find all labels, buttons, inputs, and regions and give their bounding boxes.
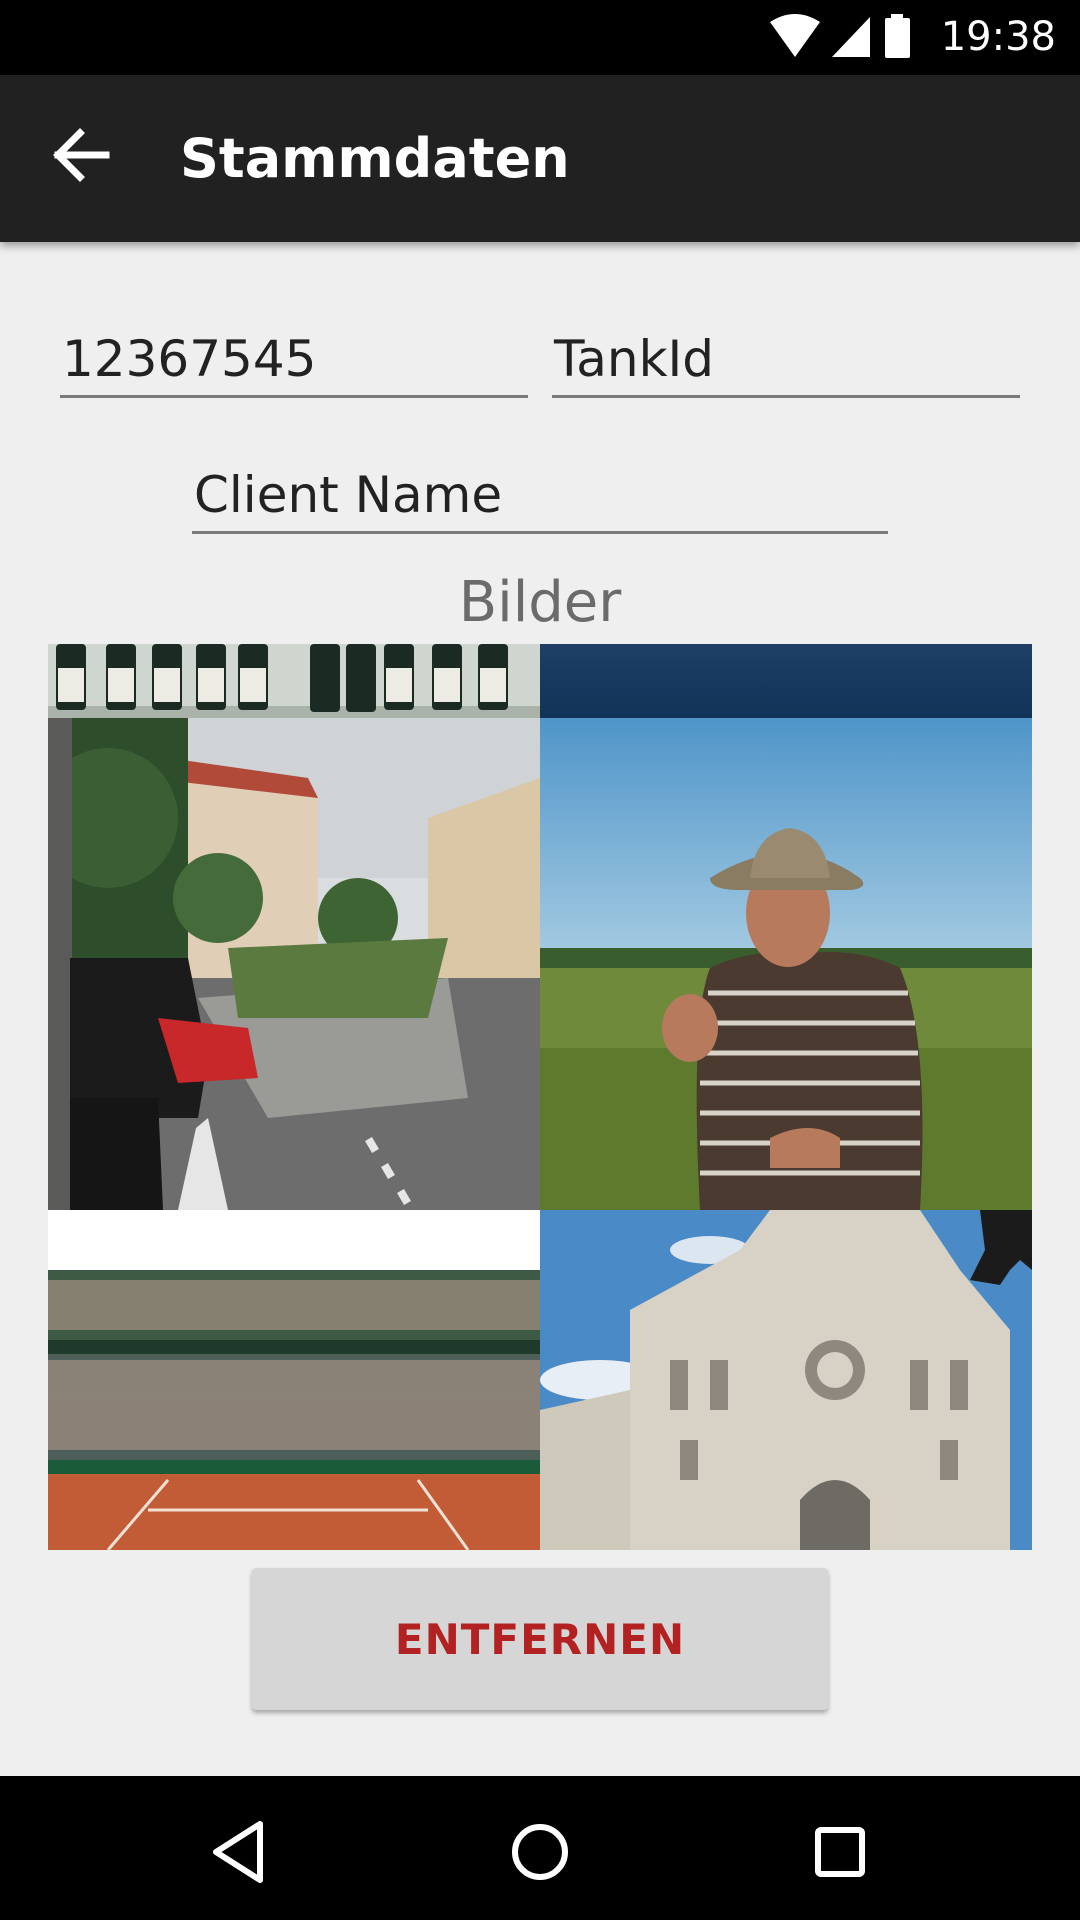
client-name-field[interactable]: Client Name [192, 462, 888, 534]
app-toolbar: Stammdaten [0, 75, 1080, 242]
blue-sky-image [540, 644, 1032, 718]
recents-square-icon[interactable] [800, 1812, 880, 1892]
photo-gallery[interactable] [48, 644, 1032, 1550]
status-time: 19:38 [940, 14, 1056, 60]
man-with-hat-image [540, 718, 1032, 1210]
arrow-back-icon [53, 128, 110, 182]
status-icons [770, 14, 910, 58]
photo-blue-sky[interactable] [540, 644, 1032, 718]
photo-man-with-hat[interactable] [540, 718, 1032, 1210]
battery-icon [885, 14, 910, 58]
back-triangle-icon[interactable] [200, 1812, 280, 1892]
gallery-label: Bilder [458, 570, 622, 635]
signal-icon [832, 17, 870, 57]
remove-button[interactable]: ENTFERNEN [252, 1568, 828, 1710]
photo-city-street[interactable] [48, 718, 540, 1210]
back-button[interactable] [48, 115, 118, 195]
photo-cathedral[interactable] [540, 1210, 1032, 1550]
wifi-icon [770, 14, 820, 57]
page-title: Stammdaten [180, 127, 570, 190]
photo-wine-bottles[interactable] [48, 644, 540, 718]
tank-id-field[interactable]: TankId [552, 326, 1020, 398]
tennis-stadium-image [48, 1210, 540, 1550]
cathedral-image [540, 1210, 1032, 1550]
city-street-image [48, 718, 540, 1210]
navigation-bar [0, 1776, 1080, 1920]
status-bar: 19:38 [0, 0, 1080, 75]
id-field[interactable]: 12367545 [60, 326, 528, 398]
photo-tennis-stadium[interactable] [48, 1210, 540, 1550]
wine-bottles-image [48, 644, 540, 718]
home-circle-icon[interactable] [500, 1812, 580, 1892]
